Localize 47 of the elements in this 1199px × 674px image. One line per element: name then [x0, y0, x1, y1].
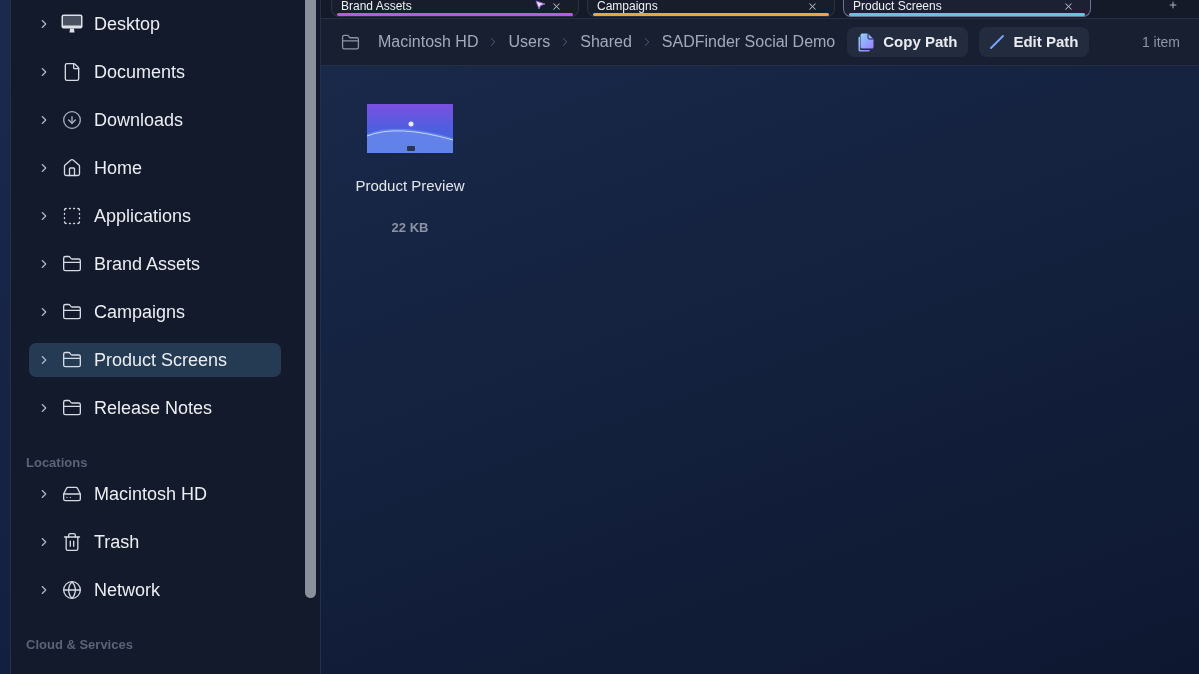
- close-icon[interactable]: [551, 1, 562, 12]
- section-header: Locations: [26, 455, 88, 470]
- item-count: 1 item: [1141, 32, 1180, 52]
- path-action-button[interactable]: Edit Path: [979, 27, 1090, 57]
- tab[interactable]: Product Screens: [843, 0, 1091, 17]
- scrollbar-thumb[interactable]: [305, 0, 316, 598]
- monitor-icon: [61, 14, 83, 34]
- sidebar-item[interactable]: Trash: [29, 525, 281, 559]
- sidebar-item[interactable]: Release Notes: [29, 391, 281, 425]
- copy-icon: [858, 32, 875, 52]
- folder-icon: [62, 254, 82, 274]
- sidebar-item[interactable]: Applications: [29, 199, 281, 233]
- path-action-button[interactable]: Copy Path: [847, 27, 969, 57]
- file-size: 22 KB: [391, 220, 429, 236]
- document-icon: [62, 62, 82, 82]
- close-icon[interactable]: [1063, 1, 1074, 12]
- drive-icon: [62, 484, 82, 504]
- sidebar-item[interactable]: Desktop: [29, 7, 281, 41]
- tab[interactable]: Brand Assets: [331, 0, 579, 17]
- folder-icon: [62, 350, 82, 370]
- close-icon[interactable]: [807, 1, 818, 12]
- folder-icon: [62, 302, 82, 322]
- folder-icon: [62, 398, 82, 418]
- section-header: Cloud & Services: [26, 637, 133, 652]
- sidebar-item[interactable]: Macintosh HD: [29, 477, 281, 511]
- breadcrumb-item[interactable]: SADFinder Social Demo: [661, 32, 836, 52]
- file-name: Product Preview: [355, 177, 465, 195]
- trash-icon: [62, 532, 82, 552]
- breadcrumb-item[interactable]: Macintosh HD: [378, 32, 479, 52]
- dashed-square-icon: [62, 206, 82, 226]
- tab[interactable]: Campaigns: [587, 0, 835, 17]
- download-icon: [62, 110, 82, 130]
- globe-icon: [62, 580, 82, 600]
- thumbnail-image[interactable]: [367, 104, 453, 153]
- sidebar-item[interactable]: Home: [29, 151, 281, 185]
- edit-icon: [990, 35, 1005, 49]
- house-icon: [62, 158, 82, 178]
- sidebar-item[interactable]: Documents: [29, 55, 281, 89]
- sidebar-item[interactable]: Campaigns: [29, 295, 281, 329]
- sidebar-item[interactable]: Brand Assets: [29, 247, 281, 281]
- sidebar-item[interactable]: Network: [29, 573, 281, 607]
- sidebar-item[interactable]: Downloads: [29, 103, 281, 137]
- sidebar-item[interactable]: Product Screens: [29, 343, 281, 377]
- plus-icon[interactable]: [1168, 0, 1178, 10]
- folder-icon: [341, 32, 360, 52]
- breadcrumb-item[interactable]: Shared: [580, 32, 632, 52]
- breadcrumb-item[interactable]: Users: [508, 32, 551, 52]
